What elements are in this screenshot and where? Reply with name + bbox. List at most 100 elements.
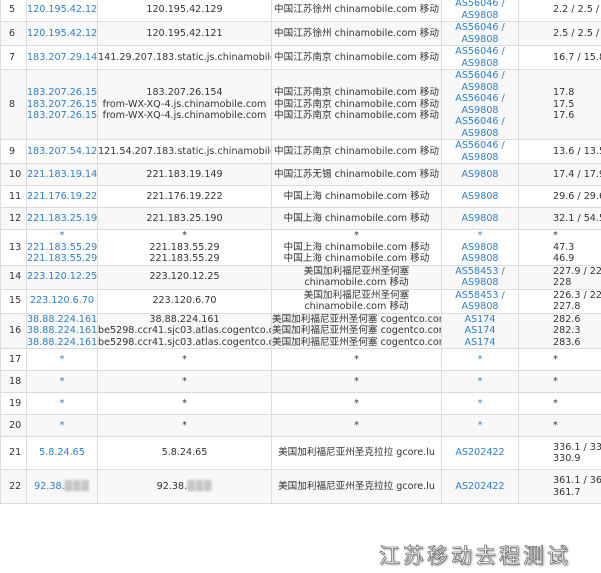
- location-cell: 中国江苏徐州 chinamobile.com 移动: [271, 21, 442, 46]
- asn-cell-line[interactable]: AS9808: [443, 213, 518, 225]
- table-row: 20 * * * * *: [0, 414, 601, 437]
- asn-cell-line[interactable]: AS9808: [443, 10, 518, 21]
- latency-cell: 2.5 / 2.5 / 2.5: [518, 21, 601, 46]
- asn-cell-line[interactable]: *: [443, 398, 518, 410]
- asn-cell: AS174 AS174 AS174: [441, 312, 519, 349]
- asn-cell-line[interactable]: AS56046 /: [443, 71, 518, 82]
- latency-cell-line: 282.3: [553, 325, 581, 336]
- ip-cell-line[interactable]: 183.207.26.154: [28, 87, 97, 99]
- ip-cell-line[interactable]: 38.88.224.161: [28, 325, 97, 337]
- asn-cell-line[interactable]: AS9808: [443, 128, 518, 139]
- hostname-cell-line: 141.29.207.183.static.js.chinamobile.com: [98, 51, 271, 63]
- asn-cell-line[interactable]: *: [443, 354, 518, 366]
- location-cell-line: 中国江苏南京 chinamobile.com 移动: [274, 98, 439, 110]
- ip-cell-line[interactable]: *: [28, 376, 97, 388]
- ip-cell-line[interactable]: 223.120.12.25: [28, 271, 97, 283]
- location-cell-line: 中国江苏南京 chinamobile.com 移动: [274, 145, 439, 157]
- asn-cell: AS58453 /AS9808: [441, 288, 519, 314]
- ip-cell-line[interactable]: 120.195.42.129: [28, 4, 97, 16]
- location-cell-line: *: [354, 419, 359, 431]
- ip-cell-line[interactable]: 221.183.55.29: [28, 242, 97, 254]
- ip-cell-line[interactable]: 183.207.29.141: [28, 52, 97, 64]
- ip-cell: 221.183.19.149: [26, 163, 98, 186]
- ip-cell-line[interactable]: 38.88.224.161: [28, 314, 97, 325]
- latency-cell-line: 17.5: [553, 98, 575, 110]
- latency-cell: * 47.3 46.9: [518, 229, 601, 266]
- asn-cell-line[interactable]: AS9808: [443, 34, 518, 45]
- ip-cell-line[interactable]: *: [28, 354, 97, 366]
- ip-cell-line[interactable]: *: [28, 398, 97, 410]
- ip-cell-line[interactable]: 223.120.6.70: [28, 295, 97, 307]
- latency-cell: *: [518, 348, 601, 371]
- ip-cell-line[interactable]: 183.207.54.121: [28, 146, 97, 158]
- location-cell-line: 中国上海 chinamobile.com 移动: [283, 212, 430, 224]
- hostname-cell-line: 121.54.207.183.static.js.chinamobile.com: [98, 145, 271, 157]
- asn-cell-line[interactable]: AS9808: [443, 58, 518, 69]
- asn-cell-line[interactable]: AS56046 /: [443, 0, 518, 10]
- hop-number: 21: [0, 436, 27, 470]
- asn-cell-line[interactable]: AS56046 /: [443, 116, 518, 128]
- location-cell: 中国上海 chinamobile.com 移动: [271, 185, 442, 208]
- location-cell: 中国江苏南京 chinamobile.com 移动 中国江苏南京 chinamob…: [271, 69, 442, 140]
- asn-cell-line[interactable]: AS9808: [443, 152, 518, 163]
- asn-cell-line[interactable]: AS174: [443, 314, 518, 325]
- hostname-cell: 92.38.███: [97, 469, 272, 504]
- asn-cell-line[interactable]: AS202422: [443, 481, 518, 493]
- asn-cell-line[interactable]: *: [443, 420, 518, 432]
- asn-cell-line[interactable]: AS58453 /: [443, 266, 518, 277]
- location-cell-line: 美国加利福尼亚州圣何塞: [303, 265, 410, 277]
- asn-cell-line[interactable]: *: [443, 376, 518, 388]
- asn-cell-line[interactable]: AS56046 /: [443, 23, 518, 34]
- table-row: 18 * * * * *: [0, 370, 601, 393]
- hostname-cell-line: 120.195.42.121: [146, 27, 223, 39]
- asn-cell-line[interactable]: AS58453 /: [443, 290, 518, 301]
- ip-cell-line[interactable]: 183.207.26.154: [28, 110, 97, 122]
- asn-cell-line[interactable]: AS9808: [443, 105, 518, 117]
- location-cell: 中国江苏徐州 chinamobile.com 移动: [271, 0, 442, 22]
- asn-cell-line[interactable]: AS9808: [443, 169, 518, 181]
- hop-number: 17: [0, 348, 27, 371]
- asn-cell-line[interactable]: AS174: [443, 325, 518, 337]
- location-cell-line: 美国加利福尼亚州圣克拉拉 gcore.lu: [278, 480, 435, 492]
- ip-cell-line[interactable]: *: [28, 420, 97, 432]
- latency-cell-line: 227.8: [553, 301, 581, 312]
- hostname-cell-line: *: [182, 397, 187, 409]
- asn-cell-line[interactable]: AS9808: [443, 242, 518, 254]
- asn-cell-line[interactable]: AS9808: [443, 301, 518, 312]
- ip-cell-line[interactable]: 221.183.19.149: [28, 169, 97, 181]
- table-row: 13 * 221.183.55.29 221.183.55.29 * 221.183.55…: [0, 229, 601, 266]
- asn-cell-line[interactable]: AS9808: [443, 82, 518, 94]
- ip-cell-line[interactable]: 5.8.24.65: [28, 447, 97, 459]
- hop-number: 15: [0, 288, 27, 314]
- ip-cell: 183.207.26.154 183.207.26.154 183.207.26.1…: [26, 69, 98, 140]
- asn-cell-line[interactable]: AS56046 /: [443, 141, 518, 152]
- asn-cell-line[interactable]: AS202422: [443, 447, 518, 459]
- ip-cell-line[interactable]: 221.176.19.222: [28, 191, 97, 203]
- latency-cell-line: *: [553, 353, 558, 365]
- table-row: 16 38.88.224.161 38.88.224.161 38.88.224.16…: [0, 312, 601, 349]
- asn-cell-line[interactable]: AS9808: [443, 277, 518, 288]
- hostname-cell-line: 5.8.24.65: [161, 447, 208, 459]
- asn-cell-line[interactable]: AS174: [443, 337, 518, 348]
- ip-cell-line[interactable]: 221.183.55.29: [28, 253, 97, 264]
- asn-cell-line[interactable]: AS56046 /: [443, 47, 518, 58]
- ip-cell-line[interactable]: 92.38.███: [28, 481, 97, 493]
- masked-ip-segment: ███: [187, 480, 213, 492]
- hostname-cell: 183.207.26.154 from-WX-XQ-4.js.chinamobil…: [97, 69, 272, 140]
- location-cell-line: 中国江苏南京 chinamobile.com 移动: [274, 87, 439, 99]
- ip-cell-line[interactable]: 183.207.26.154: [28, 99, 97, 111]
- asn-cell-line[interactable]: AS56046 /: [443, 93, 518, 105]
- ip-cell-line[interactable]: *: [28, 230, 97, 241]
- ip-cell-line[interactable]: 38.88.224.161: [28, 337, 97, 348]
- ip-cell: 38.88.224.161 38.88.224.161 38.88.224.161: [26, 312, 98, 349]
- asn-cell-line[interactable]: *: [443, 230, 518, 241]
- latency-cell: 16.7 / 15.8 / 12.1: [518, 45, 601, 70]
- location-cell-line: 中国江苏徐州 chinamobile.com 移动: [274, 3, 439, 15]
- asn-cell-line[interactable]: AS9808: [443, 253, 518, 264]
- ip-cell-line[interactable]: 221.183.25.190: [28, 213, 97, 225]
- latency-cell-line: 17.8: [553, 87, 575, 99]
- asn-cell-line[interactable]: AS9808: [443, 191, 518, 203]
- location-cell: *: [271, 348, 442, 371]
- ip-cell-line[interactable]: 120.195.42.121: [28, 28, 97, 40]
- hostname-cell-line: be5298.ccr41.sjc03.atlas.cogentco.com: [98, 336, 272, 348]
